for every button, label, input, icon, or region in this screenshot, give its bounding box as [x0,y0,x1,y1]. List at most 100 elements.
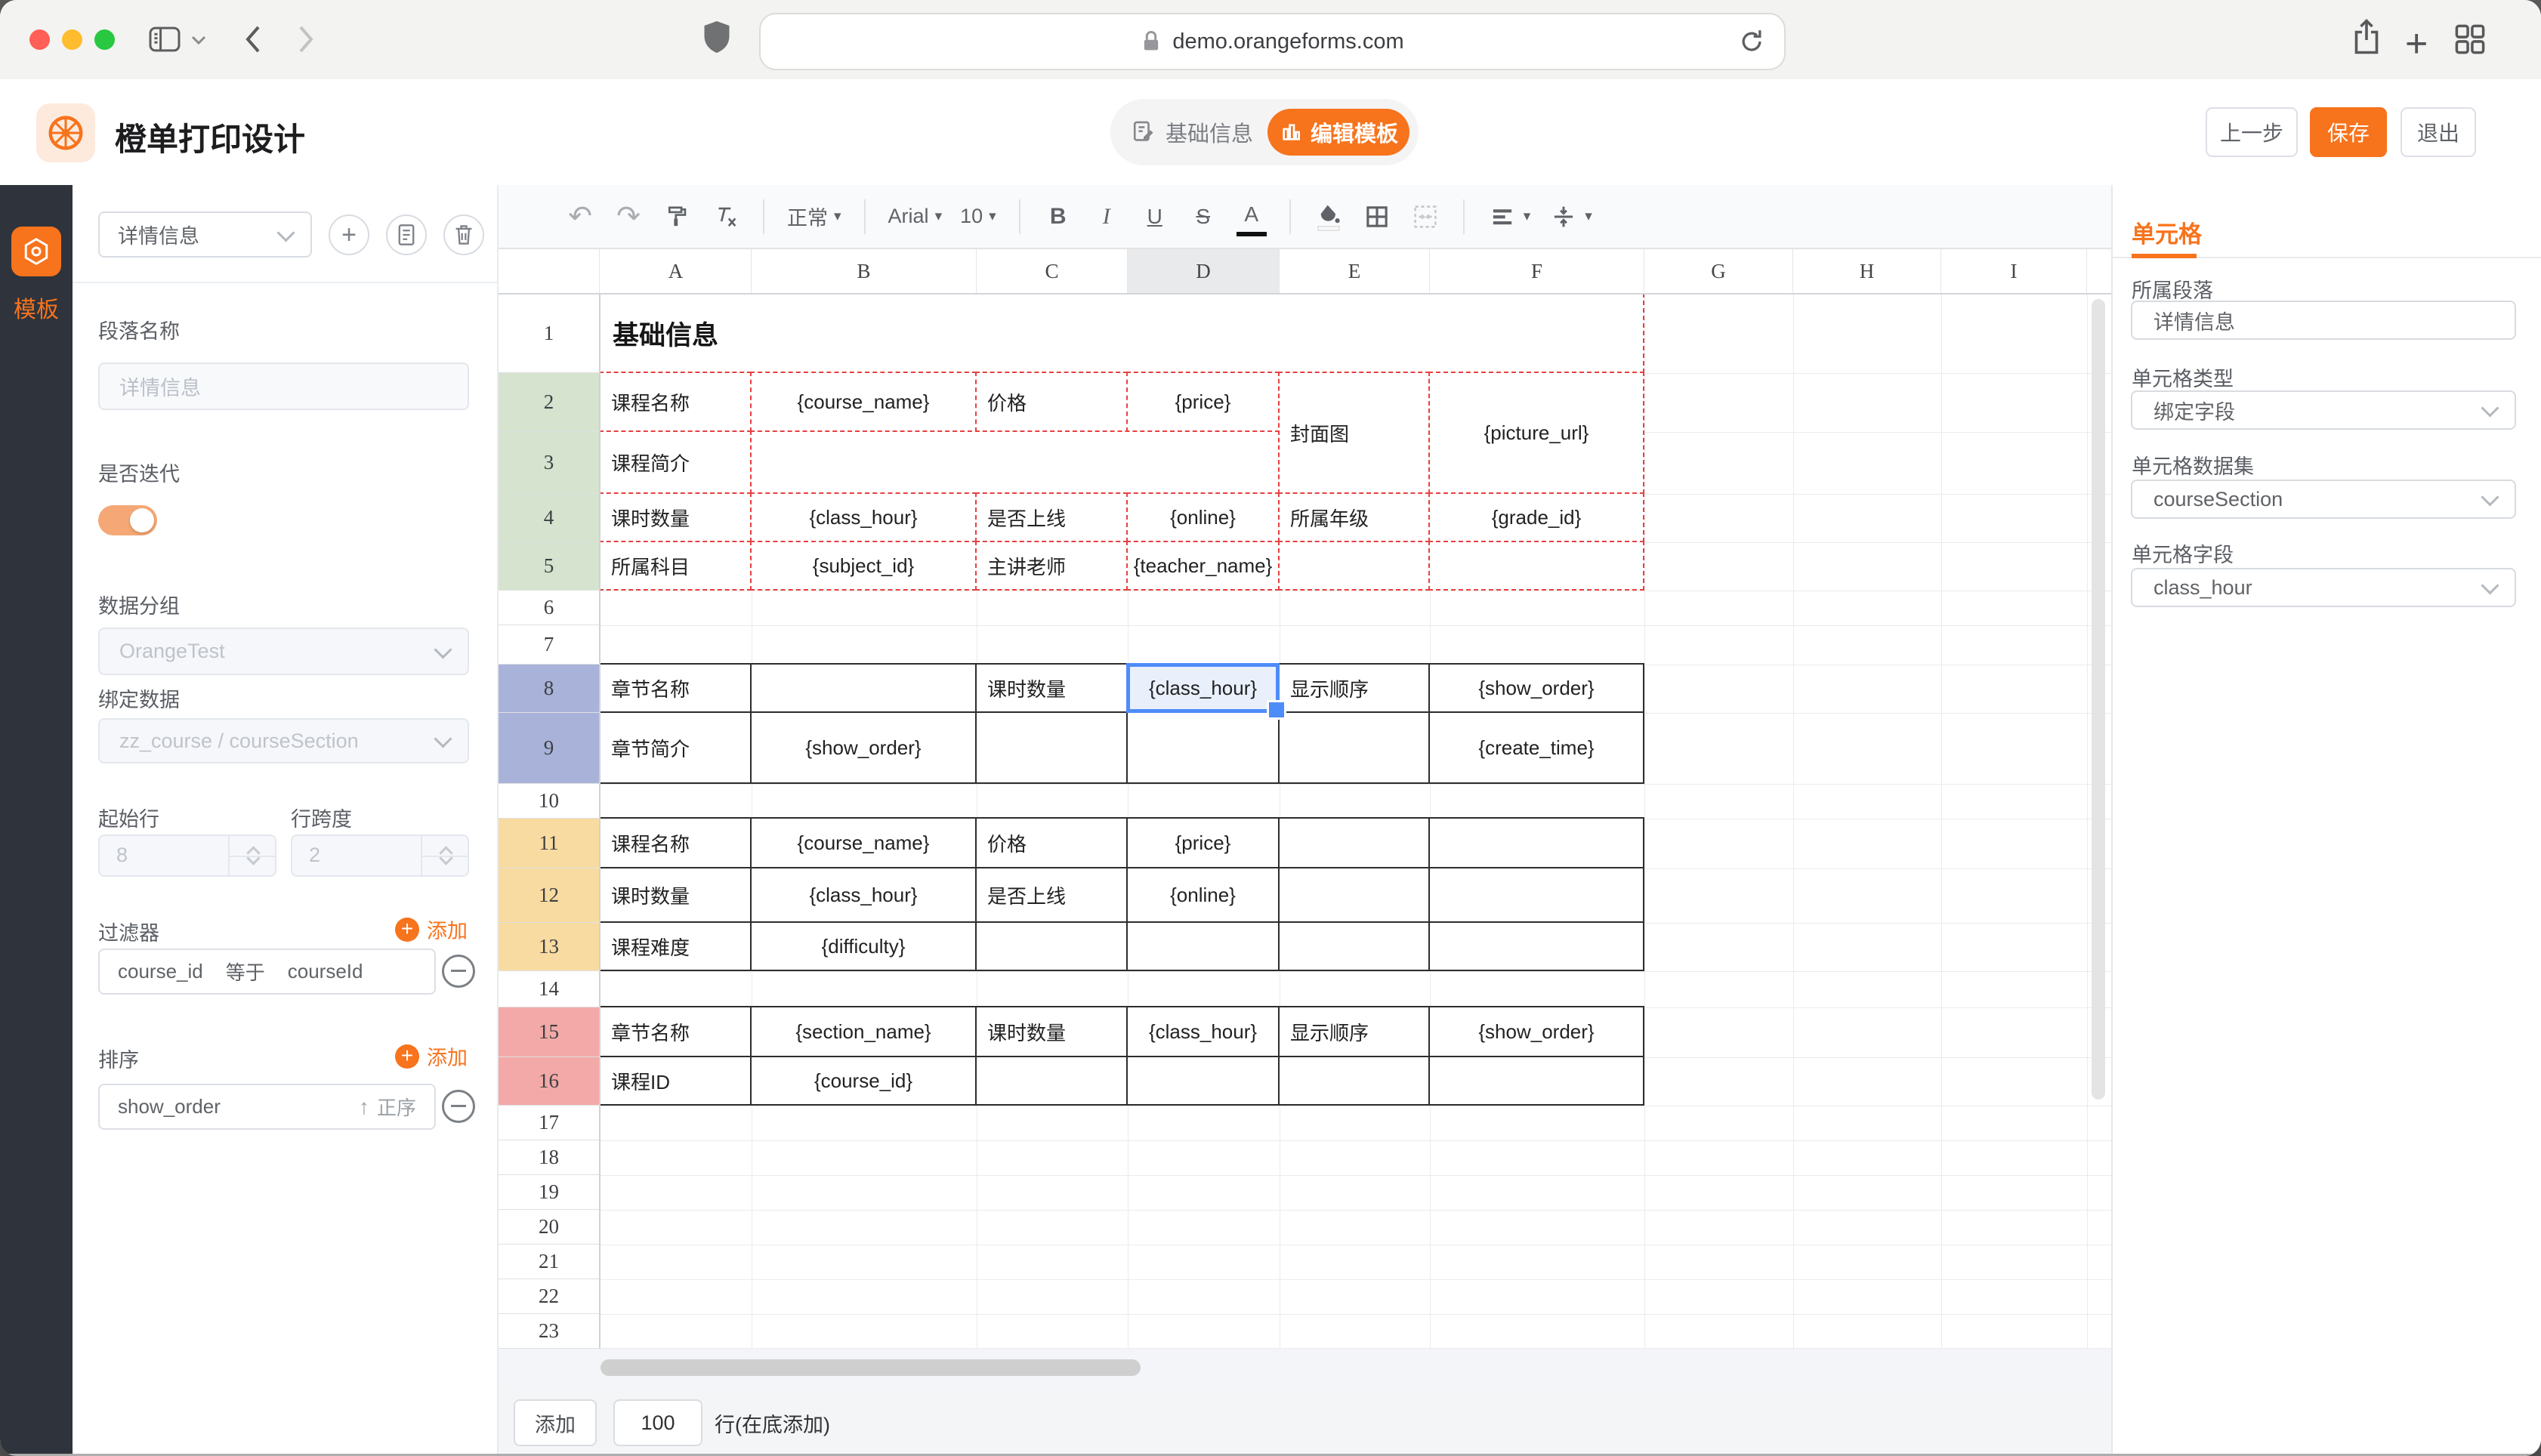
sheet-cell[interactable]: 课程难度 [599,921,752,971]
sheet-cell[interactable] [750,663,977,713]
row-header-10[interactable]: 10 [499,784,599,819]
sidebar-toggle-icon[interactable] [148,25,181,54]
sheet-cell[interactable]: {create_time} [1428,711,1644,784]
forward-icon[interactable] [296,23,316,56]
paragraph-style-select[interactable]: 正常▾ [787,202,841,231]
row-header-12[interactable]: 12 [499,868,599,923]
prev-step-button[interactable]: 上一步 [2206,107,2298,157]
row-header-18[interactable]: 18 [499,1140,599,1175]
minimize-window-button[interactable] [62,29,82,50]
add-paragraph-button[interactable]: + [329,214,369,255]
column-header-F[interactable]: F [1430,249,1644,293]
fill-color-icon[interactable] [1314,199,1344,234]
sheet-cell[interactable]: 课时数量 [599,492,752,542]
sheet-cell[interactable]: {class_hour} [750,867,977,923]
sheet-cell[interactable]: 所属科目 [599,541,752,591]
column-header-C[interactable]: C [977,249,1128,293]
sheet-cell[interactable]: 价格 [975,817,1128,868]
horizontal-align-icon[interactable] [1487,199,1517,234]
zoom-window-button[interactable] [94,29,115,50]
column-header-E[interactable]: E [1280,249,1430,293]
sheet-cell[interactable] [1428,867,1644,923]
underline-icon[interactable]: U [1140,199,1170,234]
column-header-H[interactable]: H [1793,249,1941,293]
vertical-align-icon[interactable] [1548,199,1579,234]
row-header-9[interactable]: 9 [499,713,599,784]
sheet-cell[interactable]: 封面图 [1278,372,1430,494]
new-tab-icon[interactable]: + [2405,21,2428,66]
add-rows-button[interactable]: 添加 [514,1399,597,1446]
sheet-cell[interactable]: {course_name} [750,817,977,868]
cell-field-select[interactable]: class_hour [2131,568,2516,607]
share-icon[interactable] [2351,18,2382,57]
belong-paragraph-input[interactable]: 详情信息 [2131,301,2516,340]
sheet-cell[interactable] [1428,1056,1644,1106]
sheet-cell[interactable] [1126,711,1280,784]
row-header-23[interactable]: 23 [499,1314,599,1349]
reload-icon[interactable] [1737,26,1766,57]
row-header-2[interactable]: 2 [499,373,599,432]
data-group-select[interactable]: OrangeTest [98,628,469,675]
row-header-13[interactable]: 13 [499,923,599,971]
sheet-cell[interactable]: 是否上线 [975,492,1128,542]
row-header-15[interactable]: 15 [499,1007,599,1057]
address-bar[interactable]: demo.orangeforms.com [759,13,1786,70]
sheet-cell[interactable] [975,1056,1128,1106]
sheet-cell[interactable]: {course_name} [750,372,977,432]
sheet-cell[interactable]: {online} [1126,867,1280,923]
save-button[interactable]: 保存 [2310,107,2387,157]
chevron-down-icon[interactable] [190,35,207,47]
sheet-cell[interactable] [1278,541,1430,591]
sheet-cell[interactable]: 是否上线 [975,867,1128,923]
merge-cells-icon[interactable] [1410,199,1440,234]
row-header-3[interactable]: 3 [499,432,599,494]
filter-item[interactable]: course_id 等于 courseId [98,949,436,995]
sheet-cell[interactable]: {show_order} [750,711,977,784]
row-header-1[interactable]: 1 [499,295,599,373]
sheet-cell[interactable] [750,430,1280,494]
corner-header[interactable] [499,249,600,293]
sheet-cell[interactable]: 章节名称 [599,663,752,713]
sheet-cell[interactable]: {picture_url} [1428,372,1644,494]
sheet-cell[interactable] [1278,1056,1430,1106]
row-header-16[interactable]: 16 [499,1057,599,1106]
sheet-cell[interactable] [1126,921,1280,971]
sheet-cell[interactable]: 课程名称 [599,372,752,432]
sheet-cell[interactable]: {show_order} [1428,663,1644,713]
sheet-cell[interactable]: 课时数量 [975,1006,1128,1057]
paragraph-select[interactable]: 详情信息 [98,211,312,258]
sheet-cell[interactable]: 课时数量 [599,867,752,923]
sheet-cell[interactable]: 课程简介 [599,430,752,494]
row-header-21[interactable]: 21 [499,1245,599,1279]
stepper-arrows[interactable] [421,836,468,875]
add-sort-button[interactable]: +添加 [395,1041,468,1071]
sheet-cell[interactable]: {grade_id} [1428,492,1644,542]
sheet-grid[interactable]: 1234567891011121314151617181920212223 基础… [499,295,2111,1349]
row-header-19[interactable]: 19 [499,1175,599,1210]
sheet-cell[interactable] [1278,711,1430,784]
exit-button[interactable]: 退出 [2401,107,2476,157]
delete-paragraph-button[interactable] [443,214,484,255]
remove-sort-button[interactable] [442,1090,475,1123]
row-header-11[interactable]: 11 [499,819,599,868]
column-header-D[interactable]: D [1128,249,1280,293]
start-row-stepper[interactable]: 8 [98,834,276,877]
font-family-select[interactable]: Arial▾ [888,205,943,228]
column-header-B[interactable]: B [752,249,977,293]
sheet-cell[interactable]: 主讲老师 [975,541,1128,591]
italic-icon[interactable]: I [1091,199,1122,234]
row-header-5[interactable]: 5 [499,542,599,591]
sheet-cell[interactable]: 课程名称 [599,817,752,868]
sheet-cell[interactable]: 价格 [975,372,1128,432]
sheet-cell[interactable] [1428,817,1644,868]
format-painter-icon[interactable] [662,199,692,234]
row-header-20[interactable]: 20 [499,1210,599,1245]
sheet-cell[interactable] [1126,1056,1280,1106]
stepper-arrows[interactable] [228,836,275,875]
row-header-6[interactable]: 6 [499,591,599,625]
sheet-cell[interactable] [975,921,1128,971]
sheet-cell[interactable]: {section_name} [750,1006,977,1057]
horizontal-scrollbar[interactable] [601,1359,1141,1376]
tab-cell[interactable]: 单元格 [2132,215,2202,249]
sheet-cell[interactable] [1428,921,1644,971]
